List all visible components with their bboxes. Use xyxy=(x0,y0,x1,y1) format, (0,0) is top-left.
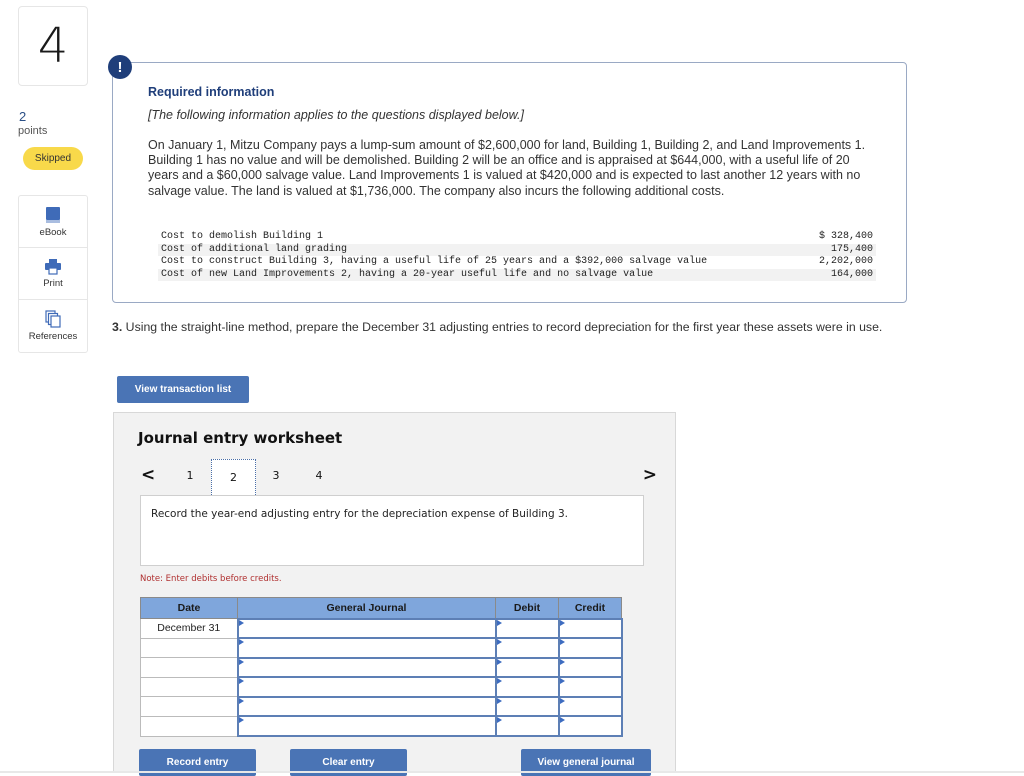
required-info-title: Required information xyxy=(148,85,275,99)
cost-description: Cost of new Land Improvements 2, having … xyxy=(158,268,806,282)
credit-input[interactable] xyxy=(557,695,623,718)
cost-description: Cost to demolish Building 1 xyxy=(161,231,324,242)
tool-label: eBook xyxy=(39,226,67,238)
prev-arrow-icon[interactable]: < xyxy=(141,465,155,485)
credit-input[interactable] xyxy=(557,715,623,738)
cost-row: Cost to construct Building 3, having a u… xyxy=(158,256,876,269)
cost-amount: 2,202,000 xyxy=(818,256,873,268)
page-tab-2[interactable]: 2 xyxy=(211,459,256,495)
date-cell xyxy=(140,657,238,678)
account-input[interactable] xyxy=(236,695,497,718)
journal-row: December 31 xyxy=(140,617,623,640)
cost-row: Cost of new Land Improvements 2, having … xyxy=(158,268,876,282)
account-input[interactable] xyxy=(236,637,497,659)
cost-amount: 175,400 xyxy=(805,243,876,257)
journal-entry-worksheet: Journal entry worksheet < 1 2 3 4 > Reco… xyxy=(113,412,676,776)
part-question: 3. Using the straight-line method, prepa… xyxy=(112,320,912,336)
points-value: 2 xyxy=(19,109,27,124)
view-transaction-list-button[interactable]: View transaction list xyxy=(117,376,249,403)
debit-input[interactable] xyxy=(494,656,560,679)
account-input[interactable] xyxy=(236,617,497,640)
alert-icon: ! xyxy=(108,55,132,79)
debit-input[interactable] xyxy=(494,695,560,718)
debit-input[interactable] xyxy=(494,715,560,738)
journal-row xyxy=(140,676,623,698)
tool-label: References xyxy=(28,331,78,342)
cost-amount: 164,000 xyxy=(805,268,876,282)
references-icon xyxy=(45,310,61,328)
debit-input[interactable] xyxy=(494,637,560,659)
next-arrow-icon[interactable]: > xyxy=(643,465,657,485)
date-cell xyxy=(140,715,238,737)
debit-input[interactable] xyxy=(494,676,560,698)
cost-row: Cost to demolish Building 1 $ 328,400 xyxy=(158,231,876,244)
part-text: Using the straight-line method, prepare … xyxy=(122,320,883,334)
worksheet-note: Note: Enter debits before credits. xyxy=(140,574,282,584)
journal-header-row: Date General Journal Debit Credit xyxy=(140,597,622,619)
credit-input[interactable] xyxy=(557,676,623,698)
tool-print[interactable]: Print xyxy=(19,248,87,300)
credit-input[interactable] xyxy=(557,637,623,659)
tools-panel: eBook Print References xyxy=(18,195,88,353)
cost-amount: $ 328,400 xyxy=(818,231,873,242)
date-cell xyxy=(140,696,238,717)
debit-input[interactable] xyxy=(494,617,560,640)
book-icon xyxy=(46,206,60,223)
column-header-credit: Credit xyxy=(558,597,622,619)
journal-row xyxy=(140,656,623,679)
page-tab-4[interactable]: 4 xyxy=(307,463,331,487)
cost-description: Cost of additional land grading xyxy=(158,243,806,257)
column-header-general-journal: General Journal xyxy=(237,597,496,619)
column-header-date: Date xyxy=(140,597,238,619)
cost-description: Cost to construct Building 3, having a u… xyxy=(161,256,708,268)
account-input[interactable] xyxy=(236,656,497,679)
worksheet-pagination: < 1 2 3 4 > xyxy=(138,459,657,495)
date-cell: December 31 xyxy=(140,618,238,639)
journal-row xyxy=(140,637,623,659)
points-label: points xyxy=(18,125,48,137)
worksheet-title: Journal entry worksheet xyxy=(138,429,343,447)
worksheet-instruction: Record the year-end adjusting entry for … xyxy=(140,495,644,566)
printer-icon xyxy=(45,258,61,275)
part-number: 3. xyxy=(112,320,123,334)
required-info-box: Required information [The following info… xyxy=(112,62,907,303)
account-input[interactable] xyxy=(236,676,497,698)
status-badge: Skipped xyxy=(23,147,83,170)
account-input[interactable] xyxy=(236,715,497,738)
date-cell xyxy=(140,637,238,659)
page-tab-1[interactable]: 1 xyxy=(178,463,202,487)
credit-input[interactable] xyxy=(557,617,623,640)
journal-table: Date General Journal Debit Credit Decemb… xyxy=(140,597,623,738)
tool-ebook[interactable]: eBook xyxy=(19,196,87,248)
required-info-note: [The following information applies to th… xyxy=(148,108,524,122)
column-header-debit: Debit xyxy=(495,597,559,619)
credit-input[interactable] xyxy=(557,656,623,679)
tool-references[interactable]: References xyxy=(19,300,87,352)
journal-row xyxy=(140,715,623,738)
date-cell xyxy=(140,676,238,698)
question-number: 4 xyxy=(18,6,88,86)
page-tab-3[interactable]: 3 xyxy=(264,463,288,487)
cost-row: Cost of additional land grading 175,400 xyxy=(158,243,876,257)
additional-costs-table: Cost to demolish Building 1 $ 328,400 Co… xyxy=(158,231,876,282)
journal-row xyxy=(140,695,623,718)
tool-label: Print xyxy=(43,277,63,289)
required-info-paragraph: On January 1, Mitzu Company pays a lump-… xyxy=(148,138,866,198)
